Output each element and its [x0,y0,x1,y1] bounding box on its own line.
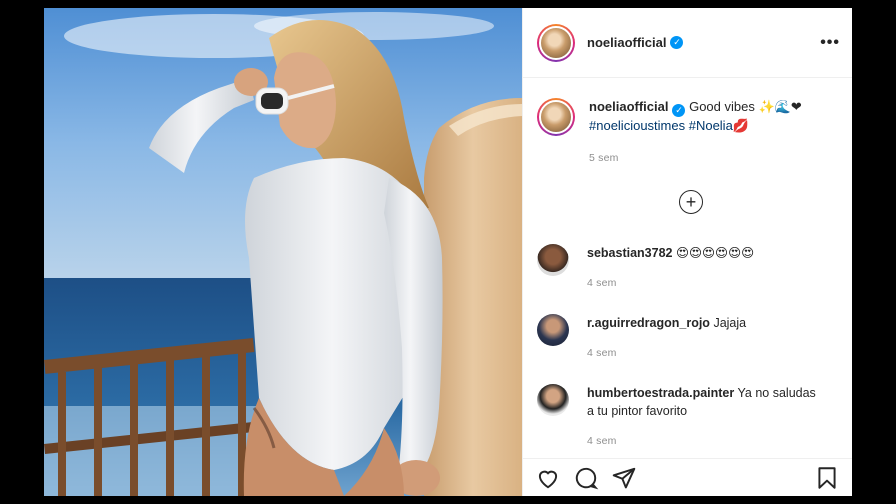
comment-item: humbertoestrada.painter Ya no saludas a … [537,384,838,450]
post-photo[interactable] [44,8,522,496]
caption: noeliaofficial ✓ Good vibes ✨🌊❤ #noelicio… [537,98,838,167]
comment-timestamp[interactable]: 4 sem [587,344,746,362]
comment-timestamp[interactable]: 4 sem [587,432,817,450]
commenter-avatar[interactable] [537,244,569,276]
author-username[interactable]: noeliaofficial [587,35,666,50]
plus-circle-icon: + [685,192,697,212]
comment-item: r.aguirredragon_rojo Jajaja 4 sem [537,314,838,362]
commenter-avatar[interactable] [537,384,569,416]
comment-item: sebastian3782 😍😍😍😍😍😍 4 sem [537,244,838,292]
load-more-comments-button[interactable]: + [679,190,703,214]
comment-icon[interactable] [573,465,599,491]
more-options-button[interactable]: ••• [820,34,840,51]
comment-text: 😍😍😍😍😍😍 [675,246,755,260]
caption-timestamp[interactable]: 5 sem [589,149,802,167]
post-actions-bar [523,458,852,496]
commenter-username[interactable]: r.aguirredragon_rojo [587,316,710,330]
post-side-panel: noeliaofficial ✓ ••• noeliaofficial ✓ Goo… [522,8,852,496]
caption-author-avatar[interactable] [537,98,575,136]
send-icon[interactable] [611,465,637,491]
comment-text: Jajaja [713,316,747,330]
verified-badge-icon: ✓ [672,103,686,117]
comment-timestamp[interactable]: 4 sem [587,274,754,292]
heart-icon[interactable] [535,465,561,491]
commenter-avatar[interactable] [537,314,569,346]
verified-badge-icon: ✓ [670,36,684,49]
caption-username[interactable]: noeliaofficial [589,99,668,114]
caption-hashtags[interactable]: #noelicioustimes #Noelia [589,118,733,133]
caption-body: noeliaofficial ✓ Good vibes ✨🌊❤ #noelicio… [589,98,802,167]
post-modal: noeliaofficial ✓ ••• noeliaofficial ✓ Goo… [44,8,852,496]
commenter-username[interactable]: sebastian3782 [587,246,672,260]
commenter-username[interactable]: humbertoestrada.painter [587,386,734,400]
photo-illustration [44,8,522,496]
caption-emoji: 💋 [732,117,749,133]
post-header: noeliaofficial ✓ ••• [523,8,852,78]
author-avatar[interactable] [537,23,575,62]
bookmark-icon[interactable] [814,465,840,491]
caption-text: Good vibes ✨🌊❤ [689,99,802,114]
